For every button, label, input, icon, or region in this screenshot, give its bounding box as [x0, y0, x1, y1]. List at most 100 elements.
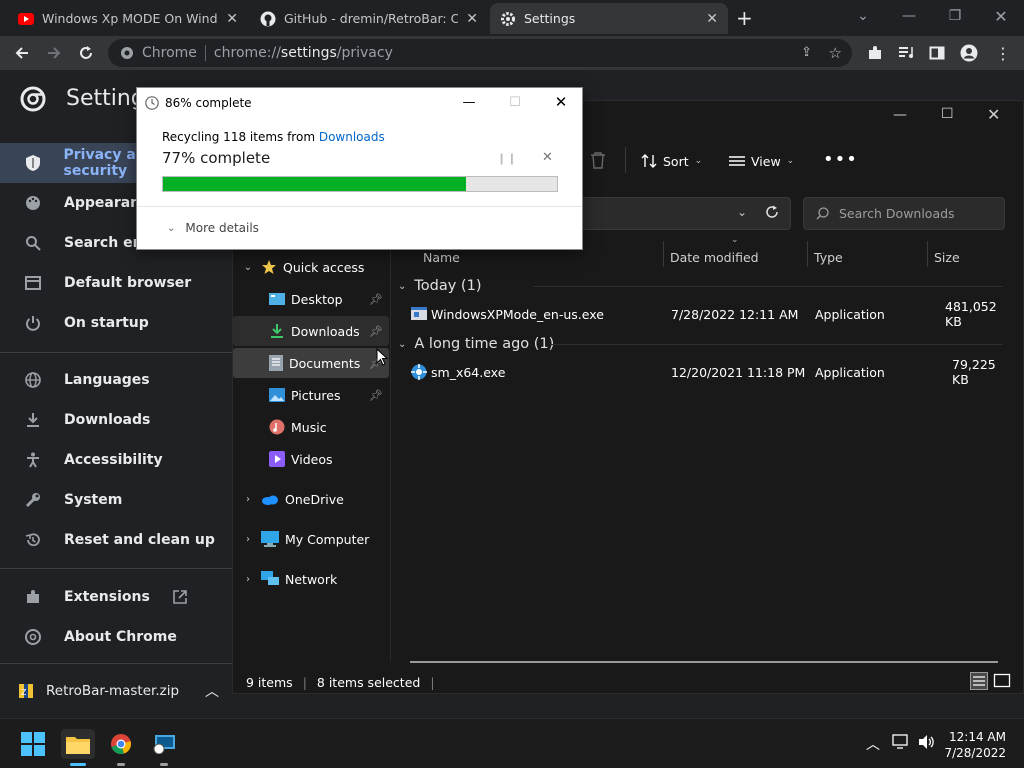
cancel-button[interactable]: ✕ — [542, 150, 553, 165]
settings-nav-label: Extensions — [64, 589, 150, 605]
more-options-icon[interactable]: ••• — [823, 149, 858, 170]
forward-button[interactable] — [41, 41, 67, 65]
horizontal-scrollbar[interactable] — [410, 661, 998, 663]
start-button[interactable] — [18, 729, 48, 759]
bookmark-star-icon[interactable]: ☆ — [829, 44, 842, 62]
settings-nav-accessibility[interactable]: Accessibility — [0, 440, 232, 480]
file-row[interactable]: sm_x64.exe 12/20/2021 11:18 PM Applicati… — [411, 357, 1011, 387]
nav-network[interactable]: › Network — [233, 564, 389, 594]
system-clock[interactable]: 12:14 AM 7/28/2022 — [944, 729, 1006, 761]
dialog-minimize-button[interactable]: — — [446, 88, 492, 116]
settings-nav-about[interactable]: About Chrome — [0, 617, 232, 657]
share-icon[interactable]: ⇪ — [801, 45, 812, 60]
column-header-size[interactable]: Size — [934, 246, 960, 268]
media-control-icon[interactable] — [893, 41, 919, 65]
dialog-close-button[interactable]: ✕ — [538, 88, 584, 116]
nav-desktop[interactable]: Desktop 📌︎ — [233, 284, 389, 314]
tab-title: GitHub - dremin/RetroBar: Classic — [284, 11, 459, 26]
group-header-long-ago[interactable]: ⌄ A long time ago (1) — [398, 332, 554, 356]
onedrive-icon — [261, 493, 279, 505]
pin-icon[interactable]: 📌︎ — [369, 325, 383, 338]
nav-my-computer[interactable]: › My Computer — [233, 524, 389, 554]
running-app-indicator — [160, 763, 168, 766]
nav-pictures[interactable]: Pictures 📌︎ — [233, 380, 389, 410]
nav-quick-access[interactable]: ⌄ Quick access — [233, 252, 389, 282]
nav-label: Desktop — [291, 291, 343, 307]
clock-time: 12:14 AM — [949, 730, 1006, 744]
file-row[interactable]: WindowsXPMode_en-us.exe 7/28/2022 12:11 … — [411, 299, 1011, 329]
dialog-title: 86% complete — [165, 96, 252, 110]
close-tab-icon[interactable]: ✕ — [706, 11, 718, 27]
new-tab-button[interactable]: + — [736, 6, 753, 30]
pause-button[interactable]: ❙❙ — [497, 152, 517, 165]
nav-downloads[interactable]: Downloads 📌︎ — [233, 316, 389, 346]
source-folder-link[interactable]: Downloads — [319, 130, 385, 144]
settings-nav-extensions[interactable]: Extensions — [0, 577, 232, 617]
view-button[interactable]: View ⌄ — [729, 146, 794, 176]
chevron-up-icon[interactable]: ︿ — [205, 681, 219, 701]
explorer-close-button[interactable]: ✕ — [987, 105, 1000, 124]
tab-youtube[interactable]: Windows Xp MODE On Windows ✕ — [8, 3, 248, 34]
nav-videos[interactable]: Videos — [233, 444, 389, 474]
more-details-toggle[interactable]: ⌄ More details — [167, 221, 259, 235]
back-button[interactable] — [9, 41, 35, 65]
view-lines-icon — [729, 155, 745, 167]
search-input[interactable]: Search Downloads — [803, 197, 1005, 230]
tiles-view-icon[interactable] — [993, 672, 1011, 690]
restore-icon — [24, 531, 42, 549]
youtube-icon — [18, 12, 34, 25]
tab-search-icon[interactable]: ⌄ — [840, 0, 886, 32]
explorer-minimize-button[interactable]: — — [893, 107, 907, 123]
pin-icon[interactable]: 📌︎ — [369, 389, 383, 402]
restore-button[interactable]: ❐ — [932, 0, 978, 32]
delete-trash-icon[interactable] — [590, 151, 606, 169]
settings-nav-languages[interactable]: Languages — [0, 360, 232, 400]
pictures-folder-icon — [269, 388, 285, 402]
menu-dots-icon[interactable]: ⋮ — [990, 41, 1016, 65]
extensions-puzzle-icon[interactable] — [862, 41, 888, 65]
explorer-maximize-button[interactable]: ☐ — [941, 106, 954, 122]
dialog-titlebar: 86% complete — [145, 94, 252, 112]
settings-nav-downloads[interactable]: Downloads — [0, 400, 232, 440]
pin-icon[interactable]: 📌︎ — [369, 293, 383, 306]
explorer-address-bar[interactable]: ⌄ — [573, 197, 791, 230]
network-status-icon[interactable] — [892, 734, 910, 750]
sort-button[interactable]: Sort ⌄ — [641, 146, 702, 176]
download-item[interactable]: Z RetroBar-master.zip — [18, 683, 179, 699]
tab-github[interactable]: GitHub - dremin/RetroBar: Classic ✕ — [250, 3, 488, 34]
nav-onedrive[interactable]: › OneDrive — [233, 484, 389, 514]
close-tab-icon[interactable]: ✕ — [466, 11, 478, 27]
settings-nav-system[interactable]: System — [0, 480, 232, 520]
chrome-taskbar-button[interactable] — [106, 729, 136, 759]
item-count: 9 items — [246, 674, 293, 690]
nav-divider — [0, 352, 232, 353]
settings-nav-default-browser[interactable]: Default browser — [0, 263, 232, 303]
refresh-icon[interactable] — [765, 205, 779, 219]
chevron-right-icon: › — [246, 573, 250, 585]
tab-settings[interactable]: Settings ✕ — [490, 3, 728, 34]
file-explorer-taskbar-button[interactable] — [61, 729, 95, 759]
column-header-type[interactable]: Type — [814, 246, 843, 268]
column-header-date-modified[interactable]: Date modified — [670, 246, 759, 268]
show-hidden-icons[interactable]: ︿ — [866, 734, 880, 754]
minimize-button[interactable]: — — [886, 0, 932, 32]
close-window-button[interactable]: ✕ — [978, 0, 1024, 32]
close-tab-icon[interactable]: ✕ — [226, 11, 238, 27]
group-divider — [551, 344, 1003, 345]
file-date: 7/28/2022 12:11 AM — [671, 306, 799, 322]
address-bar[interactable]: Chrome chrome://settings/privacy ⇪ ☆ — [108, 39, 852, 67]
details-view-icon[interactable] — [970, 672, 988, 690]
volume-icon[interactable] — [918, 734, 936, 750]
address-dropdown-icon[interactable]: ⌄ — [737, 205, 747, 219]
group-header-today[interactable]: ⌄ Today (1) — [398, 274, 481, 298]
gear-icon — [500, 11, 516, 27]
settings-nav-reset[interactable]: Reset and clean up — [0, 520, 232, 560]
nav-music[interactable]: Music — [233, 412, 389, 442]
side-panel-icon[interactable] — [924, 41, 950, 65]
profile-avatar-icon[interactable] — [956, 41, 982, 65]
nav-documents[interactable]: Documents 📌︎ — [233, 348, 389, 378]
reload-button[interactable] — [73, 41, 99, 65]
retrobar-taskbar-button[interactable] — [149, 729, 179, 759]
dialog-divider — [137, 206, 582, 207]
settings-nav-on-startup[interactable]: On startup — [0, 303, 232, 343]
